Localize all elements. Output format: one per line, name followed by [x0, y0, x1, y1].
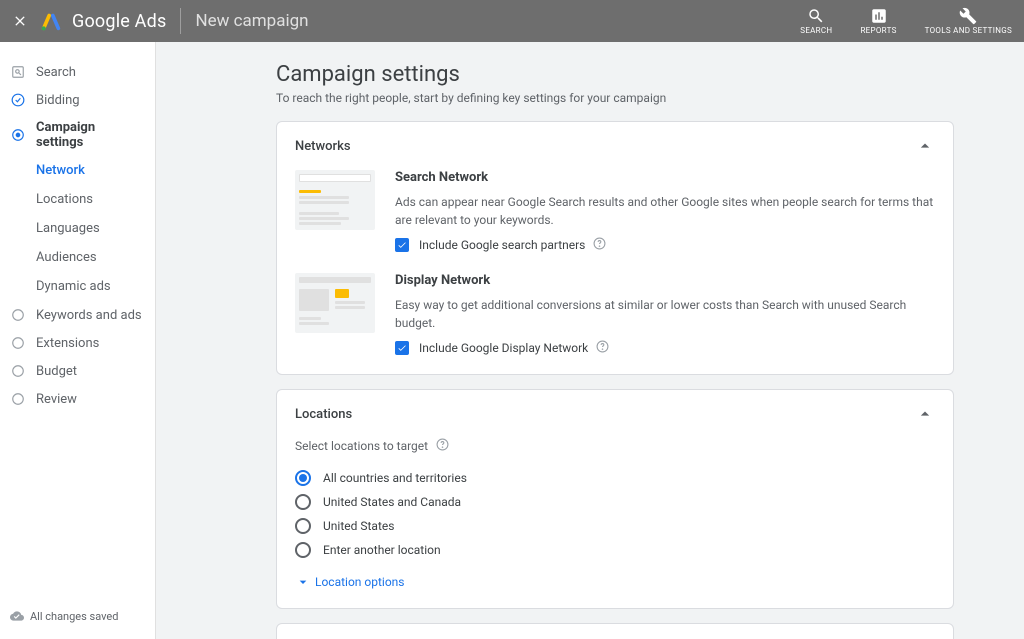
header-settings-label: TOOLS AND SETTINGS: [925, 27, 1012, 36]
networks-card-header[interactable]: Networks: [277, 122, 953, 170]
step-bidding-label: Bidding: [36, 93, 80, 108]
display-network-desc: Easy way to get additional conversions a…: [395, 296, 935, 332]
substep-audiences[interactable]: Audiences: [0, 243, 155, 272]
circle-icon: [10, 391, 26, 407]
search-step-icon: [10, 64, 26, 80]
display-network-title: Display Network: [395, 273, 935, 288]
reports-icon: [870, 7, 888, 25]
cloud-done-icon: [10, 609, 24, 623]
languages-card-header[interactable]: Languages: [277, 624, 953, 639]
close-icon: [12, 13, 28, 29]
close-button[interactable]: [8, 13, 32, 29]
display-network-checkbox[interactable]: [395, 341, 409, 355]
step-search-label: Search: [36, 65, 76, 80]
radio-current-icon: [10, 127, 26, 143]
wrench-icon: [959, 7, 977, 25]
step-keywords-label: Keywords and ads: [36, 308, 142, 323]
main-subtitle: To reach the right people, start by defi…: [276, 91, 954, 105]
chevron-down-icon: [295, 574, 311, 590]
location-option-us-ca[interactable]: United States and Canada: [295, 490, 935, 514]
header-divider: [180, 8, 181, 34]
step-campaign-settings-label: Campaign settings: [36, 120, 145, 150]
chevron-up-icon: [915, 136, 935, 156]
check-circle-icon: [10, 92, 26, 108]
header-tools-settings[interactable]: TOOLS AND SETTINGS: [921, 7, 1016, 36]
substep-locations[interactable]: Locations: [0, 185, 155, 214]
languages-card: Languages Select the languages that your…: [276, 623, 954, 639]
location-option-us[interactable]: United States: [295, 514, 935, 538]
help-icon[interactable]: [596, 340, 609, 356]
location-option-all[interactable]: All countries and territories: [295, 466, 935, 490]
header-reports[interactable]: REPORTS: [856, 7, 900, 36]
step-budget[interactable]: Budget: [0, 357, 155, 385]
chevron-up-icon: [915, 404, 935, 424]
radio-button[interactable]: [295, 470, 311, 486]
brand-name: Google Ads: [72, 11, 166, 32]
step-review[interactable]: Review: [0, 385, 155, 413]
step-campaign-settings[interactable]: Campaign settings: [0, 114, 155, 156]
locations-card-title: Locations: [295, 407, 352, 422]
networks-card-title: Networks: [295, 139, 351, 154]
header-search-label: SEARCH: [800, 27, 832, 36]
search-icon: [807, 7, 825, 25]
substep-dynamic-ads[interactable]: Dynamic ads: [0, 272, 155, 301]
step-keywords[interactable]: Keywords and ads: [0, 301, 155, 329]
help-icon[interactable]: [436, 438, 449, 454]
sidebar: Search Bidding Campaign settings Network…: [0, 42, 156, 639]
step-budget-label: Budget: [36, 364, 77, 379]
search-network-desc: Ads can appear near Google Search result…: [395, 193, 935, 229]
header-search[interactable]: SEARCH: [796, 7, 836, 36]
circle-icon: [10, 307, 26, 323]
step-review-label: Review: [36, 392, 77, 407]
locations-card-header[interactable]: Locations: [277, 390, 953, 438]
location-options-toggle[interactable]: Location options: [295, 574, 935, 590]
step-bidding[interactable]: Bidding: [0, 86, 155, 114]
main-title: Campaign settings: [276, 62, 954, 87]
circle-icon: [10, 335, 26, 351]
search-partners-label: Include Google search partners: [419, 238, 585, 252]
location-option-other[interactable]: Enter another location: [295, 538, 935, 562]
header-reports-label: REPORTS: [860, 27, 896, 36]
radio-button[interactable]: [295, 494, 311, 510]
search-network-title: Search Network: [395, 170, 935, 185]
display-network-illustration: [295, 273, 375, 333]
radio-button[interactable]: [295, 542, 311, 558]
circle-icon: [10, 363, 26, 379]
google-ads-logo: [40, 10, 62, 32]
networks-card: Networks Search Network Ads can appear n…: [276, 121, 954, 375]
radio-button[interactable]: [295, 518, 311, 534]
page-title: New campaign: [195, 11, 308, 31]
search-partners-checkbox[interactable]: [395, 238, 409, 252]
display-network-label: Include Google Display Network: [419, 341, 588, 355]
step-search[interactable]: Search: [0, 58, 155, 86]
substep-network[interactable]: Network: [0, 156, 155, 185]
step-extensions[interactable]: Extensions: [0, 329, 155, 357]
help-icon[interactable]: [593, 237, 606, 253]
locations-card: Locations Select locations to target All…: [276, 389, 954, 609]
save-status: All changes saved: [10, 609, 118, 623]
search-network-illustration: [295, 170, 375, 230]
step-extensions-label: Extensions: [36, 336, 99, 351]
locations-prompt: Select locations to target: [295, 439, 428, 453]
substep-languages[interactable]: Languages: [0, 214, 155, 243]
